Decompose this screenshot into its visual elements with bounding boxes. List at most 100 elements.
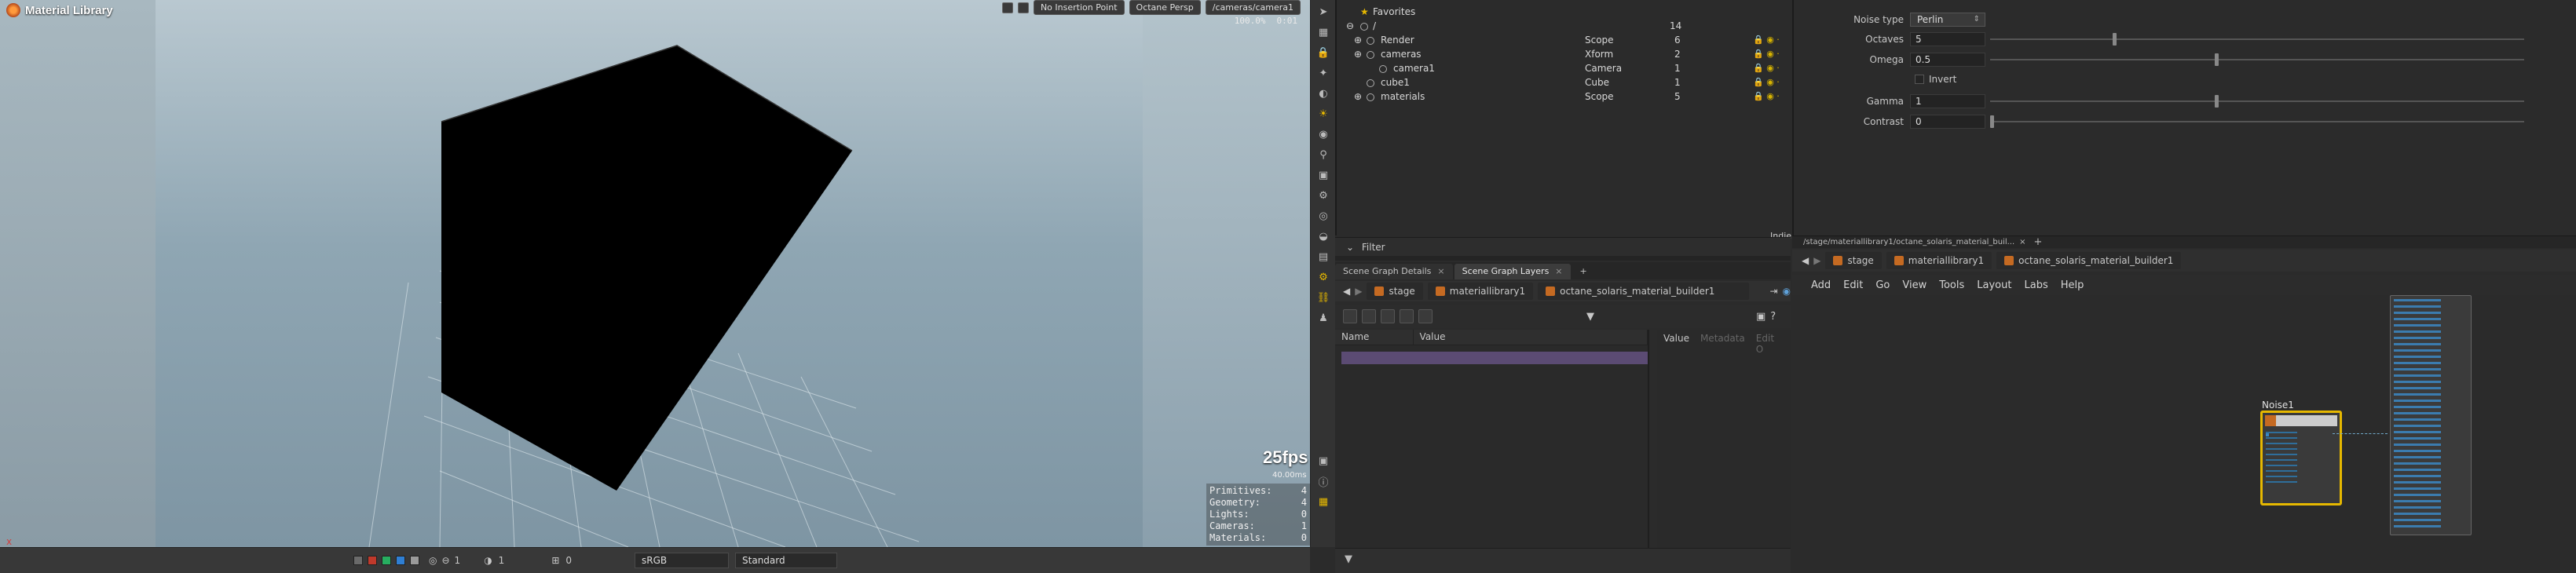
menu-tools[interactable]: Tools: [1939, 279, 1964, 291]
visibility-icons[interactable]: 🔒 ◉ ·: [1753, 61, 1780, 75]
menu-help[interactable]: Help: [2061, 279, 2084, 291]
color-swatch[interactable]: [410, 556, 419, 565]
tree-row-Render[interactable]: ⊕ Render Scope 6 🔒 ◉ ·: [1337, 33, 1792, 47]
ghost-icon[interactable]: ◐: [1315, 85, 1332, 102]
snap-icon[interactable]: [1017, 2, 1029, 13]
close-icon[interactable]: ×: [1437, 266, 1444, 276]
colorspace-menu[interactable]: sRGB: [635, 553, 730, 568]
material-builder-node[interactable]: [2390, 295, 2472, 535]
visibility-icons[interactable]: 🔒 ◉ ·: [1753, 47, 1780, 61]
color-swatch[interactable]: [368, 556, 377, 565]
selected-row[interactable]: [1341, 352, 1648, 364]
omega-slider[interactable]: [1990, 53, 2524, 66]
octaves-field[interactable]: 5: [1910, 32, 1985, 46]
pin-icon[interactable]: ⚲: [1315, 146, 1332, 163]
view-transform-menu[interactable]: Standard: [735, 553, 838, 568]
person-icon[interactable]: ♟: [1315, 309, 1332, 327]
visibility-icons[interactable]: 🔒 ◉ ·: [1753, 75, 1780, 89]
tree-row-root[interactable]: ⊖ / 14: [1337, 19, 1792, 33]
lock-icon[interactable]: [1001, 2, 1013, 13]
camera-path-menu[interactable]: /cameras/camera1: [1205, 0, 1301, 15]
slider-handle[interactable]: [2214, 53, 2219, 66]
crumb-builder[interactable]: octane_solaris_material_builder1: [1538, 283, 1750, 300]
slider-handle[interactable]: [2113, 33, 2117, 46]
slider-handle[interactable]: [2214, 95, 2219, 108]
gamma-slider[interactable]: [1990, 95, 2524, 108]
info-icon[interactable]: ⓘ: [1315, 473, 1332, 490]
invert-checkbox[interactable]: [1915, 75, 1924, 84]
ghost-icon[interactable]: ◎: [429, 555, 437, 566]
layers-icon[interactable]: [1343, 309, 1357, 323]
render-icon[interactable]: ▤: [1315, 248, 1332, 265]
cube-mesh[interactable]: [441, 46, 852, 491]
expand-icon[interactable]: ⊕: [1354, 89, 1362, 104]
add-tab-button[interactable]: +: [2034, 236, 2043, 248]
filter-bar[interactable]: ⌄ Filter: [1335, 237, 1791, 256]
tree-row-materials[interactable]: ⊕ materials Scope 5 🔒 ◉ ·: [1337, 89, 1792, 104]
color-swatch[interactable]: [396, 556, 405, 565]
crumb-materiallibrary[interactable]: materiallibrary1: [1886, 252, 1992, 269]
filter-funnel-icon[interactable]: ▼: [1345, 553, 1352, 565]
column-value[interactable]: Value: [1414, 330, 1648, 345]
value-tab[interactable]: Value: [1663, 333, 1689, 355]
insertion-point-menu[interactable]: No Insertion Point: [1033, 0, 1125, 15]
close-icon[interactable]: ×: [2019, 238, 2025, 246]
noise-input-ports[interactable]: [2266, 432, 2297, 487]
slider-handle[interactable]: [1990, 115, 1994, 128]
tree-row-cube1[interactable]: cube1 Cube 1 🔒 ◉ ·: [1337, 75, 1792, 89]
tree-row-camera1[interactable]: camera1 Camera 1 🔒 ◉ ·: [1337, 61, 1792, 75]
camera-menu[interactable]: Octane Persp: [1129, 0, 1201, 15]
scene-viewport[interactable]: x Material Library No Insertion Point Oc…: [0, 0, 1310, 547]
lock-camera-icon[interactable]: 🔒: [1315, 44, 1332, 61]
link-icon[interactable]: ⛓: [1315, 289, 1332, 306]
snapshot-icon[interactable]: ▣: [1315, 166, 1332, 184]
forward-icon[interactable]: ▶: [1355, 286, 1362, 297]
edit-tab[interactable]: Edit O: [1756, 333, 1784, 355]
contrast-slider[interactable]: [1990, 115, 2524, 128]
link-icon[interactable]: ◉: [1783, 286, 1791, 297]
gamma-icon[interactable]: ◑: [484, 555, 492, 566]
omega-field[interactable]: 0.5: [1910, 53, 1985, 67]
select-tool-icon[interactable]: ➤: [1315, 3, 1332, 20]
gamma-value[interactable]: 1: [499, 555, 505, 566]
crumb-stage[interactable]: stage: [1825, 252, 1882, 269]
back-icon[interactable]: ◀: [1343, 286, 1350, 297]
grid-icon[interactable]: ▦: [1315, 24, 1332, 41]
close-icon[interactable]: ×: [1555, 266, 1562, 276]
network-tab[interactable]: /stage/materiallibrary1/octane_solaris_m…: [1803, 238, 2014, 246]
menu-layout[interactable]: Layout: [1977, 279, 2011, 291]
camera-exposure-icon[interactable]: ⊖: [441, 555, 449, 566]
grid-icon[interactable]: [1418, 309, 1433, 323]
menu-labs[interactable]: Labs: [2024, 279, 2047, 291]
tree-row-favorites[interactable]: ★ Favorites: [1337, 5, 1792, 19]
list-icon[interactable]: [1362, 309, 1376, 323]
layout-icon[interactable]: ▦: [1315, 493, 1332, 510]
filter-funnel-icon[interactable]: ▼: [1586, 311, 1594, 323]
material-input-ports[interactable]: [2394, 299, 2441, 531]
menu-add[interactable]: Add: [1811, 279, 1831, 291]
pane-splitter[interactable]: [1335, 256, 1791, 261]
metadata-tab[interactable]: Metadata: [1700, 333, 1745, 355]
sun-icon[interactable]: ☀: [1315, 105, 1332, 122]
menu-view[interactable]: View: [1902, 279, 1927, 291]
expand-icon[interactable]: ⊖: [1346, 19, 1354, 33]
column-name[interactable]: Name: [1335, 330, 1414, 345]
rows-icon[interactable]: [1400, 309, 1414, 323]
menu-go[interactable]: Go: [1875, 279, 1890, 291]
help-icon[interactable]: ?: [1770, 311, 1776, 323]
camera-icon[interactable]: ▣: [1756, 311, 1766, 323]
noise-type-menu[interactable]: Perlin: [1910, 13, 1985, 27]
menu-edit[interactable]: Edit: [1843, 279, 1863, 291]
crumb-materiallibrary[interactable]: materiallibrary1: [1427, 283, 1534, 300]
lut-icon[interactable]: ⊞: [551, 555, 559, 566]
flag-icon[interactable]: ▣: [1315, 452, 1332, 469]
tab-scene-graph-details[interactable]: Scene Graph Details ×: [1335, 264, 1453, 279]
add-tab-button[interactable]: +: [1572, 264, 1595, 279]
octaves-slider[interactable]: [1990, 33, 2524, 46]
display-options-icon[interactable]: [353, 556, 363, 565]
gamma-field[interactable]: 1: [1910, 94, 1985, 108]
columns-icon[interactable]: [1381, 309, 1395, 323]
wrench-icon[interactable]: ⚙: [1315, 187, 1332, 204]
pin-icon[interactable]: ⇥: [1769, 286, 1777, 297]
contrast-field[interactable]: 0: [1910, 115, 1985, 129]
